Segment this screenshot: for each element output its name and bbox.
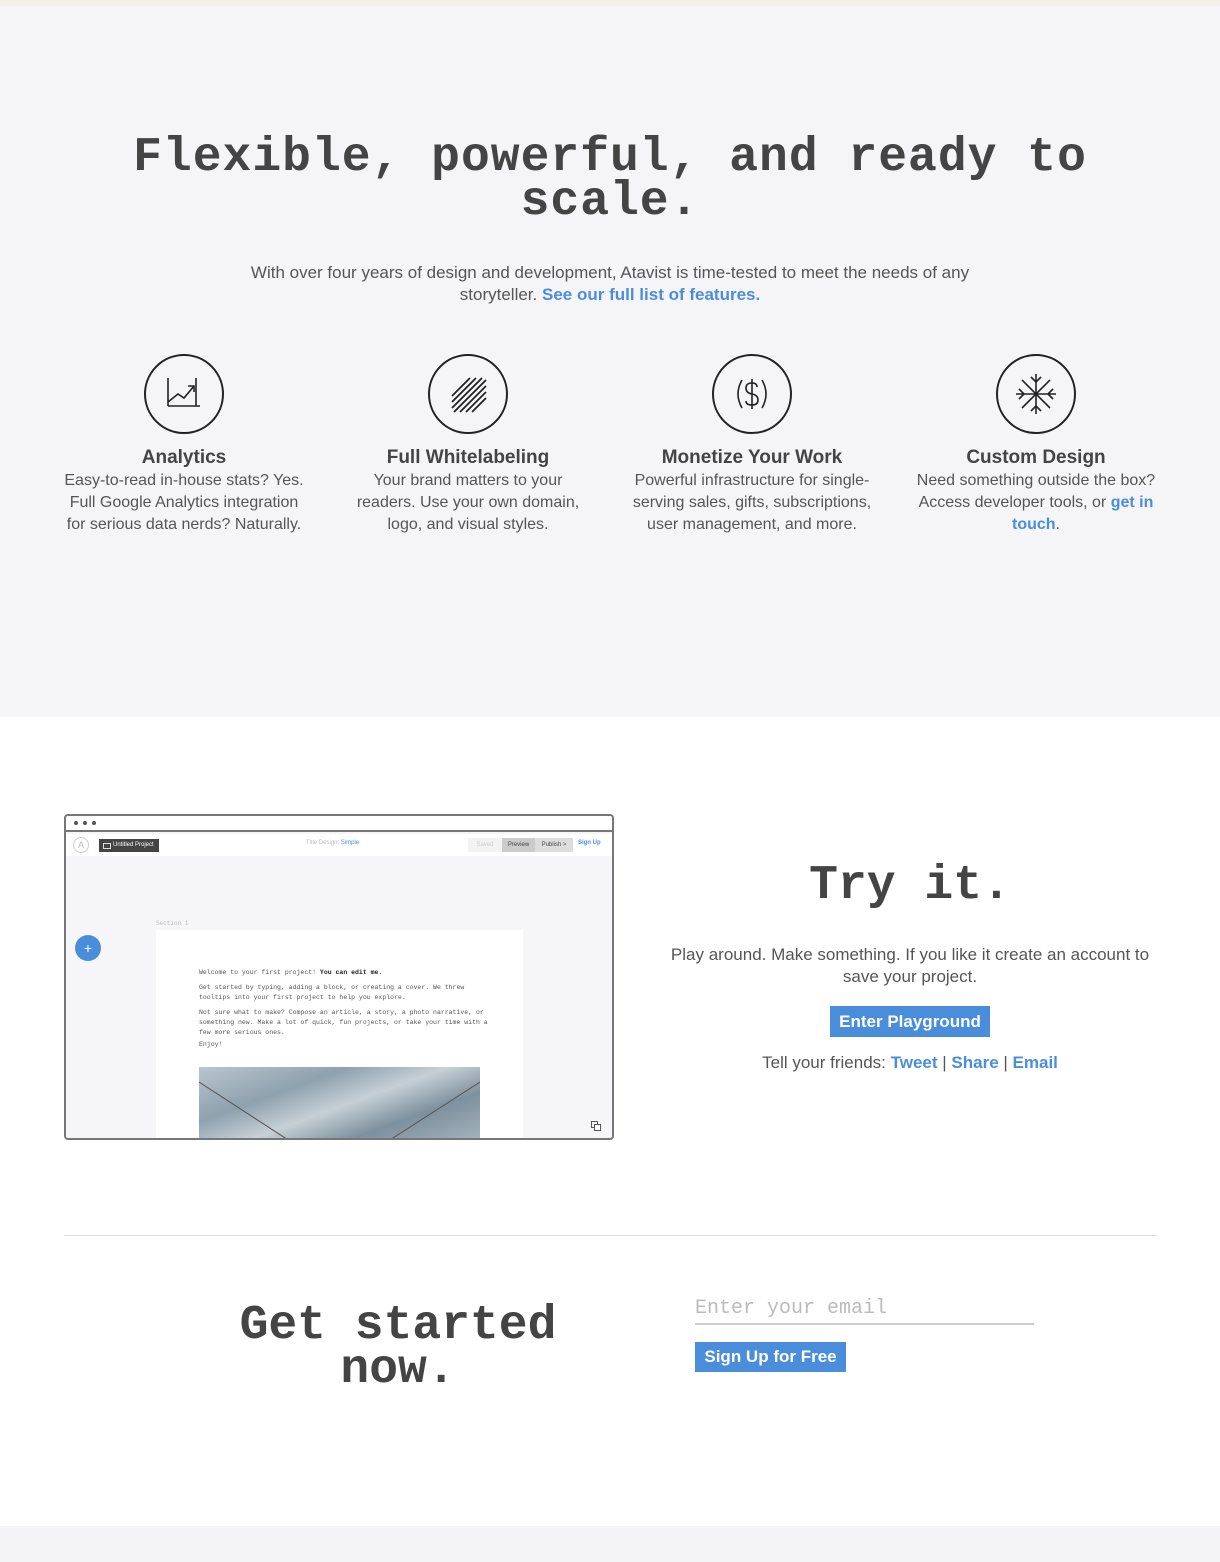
feature-desc: Need something outside the box? Access d… [916, 470, 1156, 536]
feature-whitelabeling: Full Whitelabeling Your brand matters to… [348, 354, 588, 536]
welcome-text: Welcome to your first project! [199, 969, 320, 976]
snowflake-icon [996, 354, 1076, 434]
window-dot-icon [92, 821, 96, 825]
feature-title: Custom Design [966, 447, 1106, 468]
feature-title: Analytics [141, 447, 227, 468]
features-subtitle: With over four years of design and devel… [240, 262, 980, 306]
editor-paragraph: Not sure what to make? Compose an articl… [199, 1009, 488, 1036]
editor-paragraph: Enjoy! [199, 1041, 223, 1048]
feature-custom-design: Custom Design Need something outside the… [916, 354, 1156, 536]
window-dot-icon [83, 821, 87, 825]
welcome-bold: You can edit me. [319, 969, 383, 976]
welcome-line: Welcome to your first project! You can e… [199, 968, 489, 978]
section-divider [64, 1235, 1157, 1236]
atavist-logo-icon: A [73, 837, 89, 853]
get-started-title: Get started now. [239, 1299, 557, 1397]
footer-strip [0, 1526, 1220, 1562]
share-line: Tell your friends: Tweet | Share | Email [660, 1052, 1160, 1074]
feature-monetize: Monetize Your Work Powerful infrastructu… [632, 354, 872, 536]
dollar-icon [712, 354, 792, 434]
browser-bar [66, 816, 612, 832]
email-link[interactable]: Email [1013, 1053, 1058, 1072]
expand-icon [591, 1121, 601, 1131]
preview-button: Preview [502, 838, 535, 852]
publish-button: Publish > [535, 838, 573, 852]
project-name-badge: Untitled Project [99, 839, 159, 852]
signup-link: Sign Up [578, 840, 601, 846]
enter-playground-button[interactable]: Enter Playground [830, 1006, 990, 1037]
email-input[interactable] [695, 1294, 1034, 1325]
design-label: Title Design: [306, 840, 341, 846]
window-dot-icon [74, 821, 78, 825]
feature-desc-period: . [1055, 516, 1060, 533]
share-label: Tell your friends: [762, 1053, 891, 1072]
design-value: Simple [340, 840, 360, 846]
editor-text: Welcome to your first project! You can e… [199, 968, 489, 1055]
features-list-link[interactable]: See our full list of features. [542, 285, 760, 304]
feature-title: Monetize Your Work [661, 447, 843, 468]
share-link[interactable]: Share [951, 1053, 998, 1072]
feature-desc: Powerful infrastructure for single-servi… [632, 472, 872, 533]
features-title: Flexible, powerful, and ready to scale. [133, 131, 1087, 229]
editor-toolbar: A Untitled Project Title Design: Simple … [66, 834, 612, 856]
saved-status: Saved [468, 838, 502, 852]
share-separator: | [998, 1053, 1013, 1072]
editor-paragraph: Get started by typing, adding a block, o… [199, 984, 465, 1001]
add-block-button: + [75, 935, 101, 961]
editor-preview-mockup[interactable]: A Untitled Project Title Design: Simple … [64, 814, 614, 1140]
title-design-label: Title Design: Simple [306, 840, 359, 846]
try-title: Try it. [809, 859, 1011, 913]
try-description: Play around. Make something. If you like… [670, 945, 1150, 986]
cover-image [199, 1067, 480, 1138]
section-label: Section 1 [156, 920, 189, 927]
feature-desc: Your brand matters to your readers. Use … [356, 472, 580, 533]
editor-page: Welcome to your first project! You can e… [156, 930, 523, 1138]
tweet-link[interactable]: Tweet [891, 1053, 938, 1072]
feature-title: Full Whitelabeling [386, 447, 550, 468]
analytics-chart-icon [144, 354, 224, 434]
signup-free-button[interactable]: Sign Up for Free [695, 1342, 846, 1372]
whitelabel-stripes-icon [428, 354, 508, 434]
features-section: Flexible, powerful, and ready to scale. … [0, 6, 1220, 717]
feature-desc: Easy-to-read in-house stats? Yes. Full G… [64, 472, 304, 533]
share-separator: | [937, 1053, 952, 1072]
feature-analytics: Analytics Easy-to-read in-house stats? Y… [64, 354, 304, 536]
